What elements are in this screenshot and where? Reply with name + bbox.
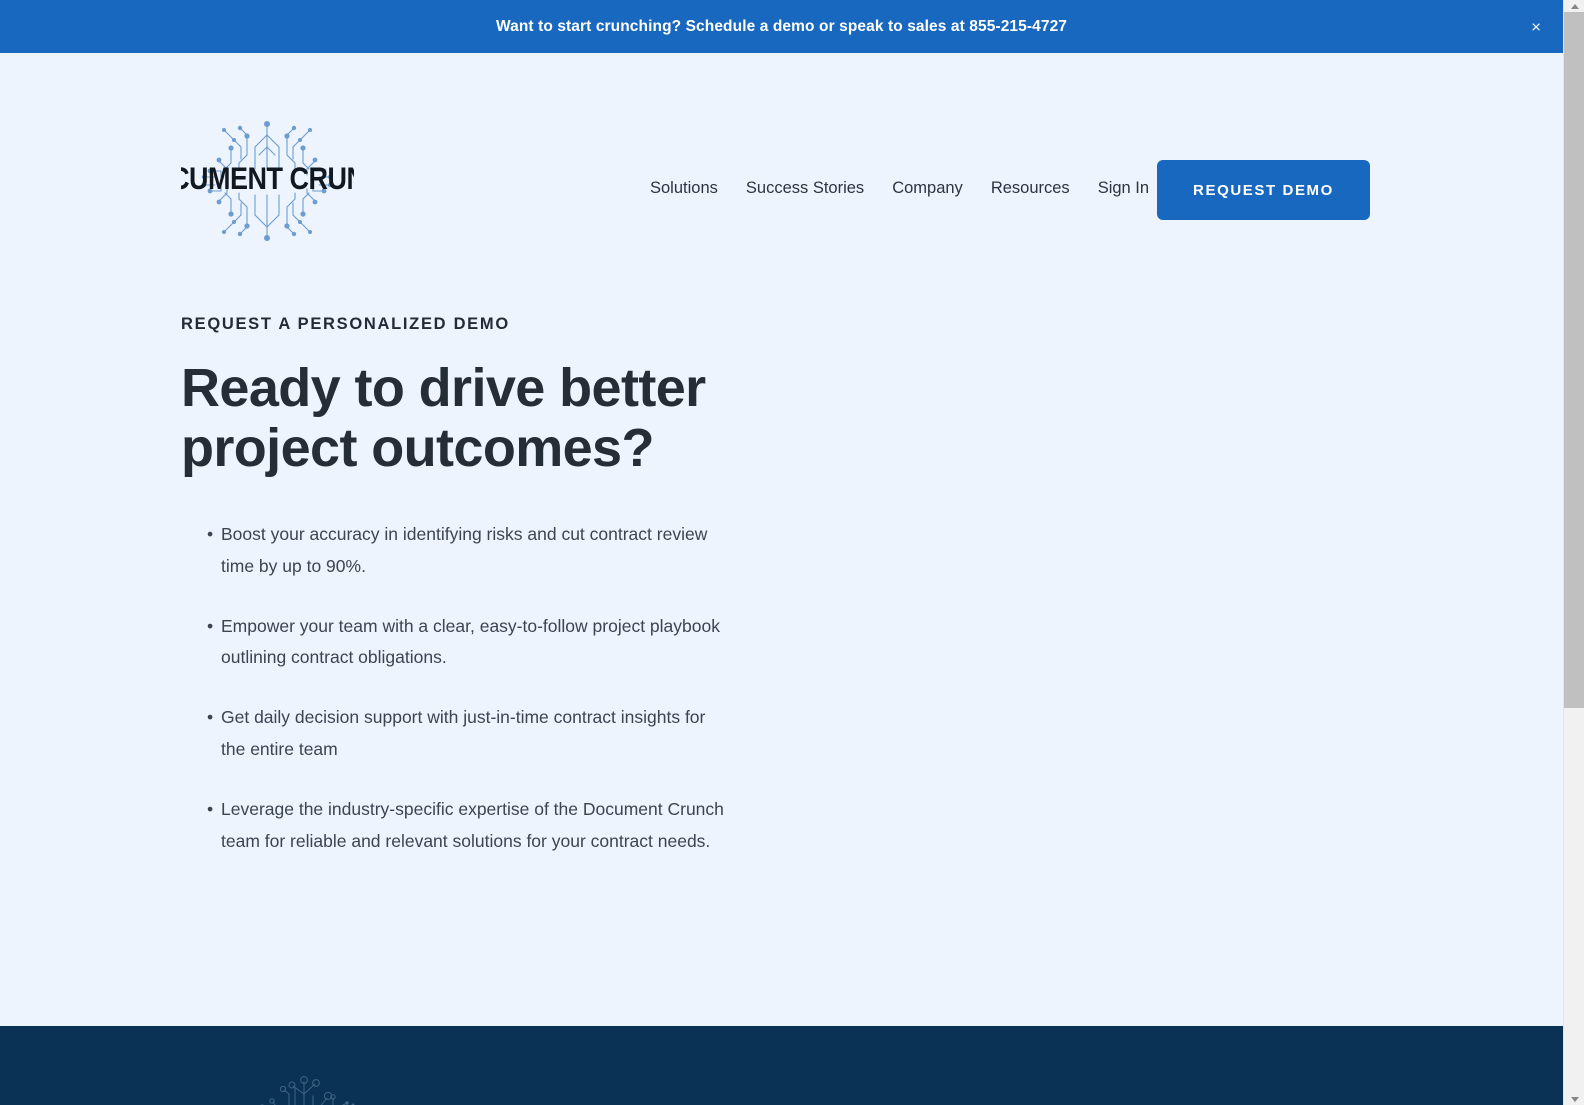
logo-wordmark: DOCUMENT CRUNCH (181, 161, 354, 197)
announcement-banner: Want to start crunching? Schedule a demo… (0, 0, 1563, 53)
request-demo-button[interactable]: REQUEST DEMO (1157, 160, 1370, 220)
page-title: Ready to drive better project outcomes? (181, 358, 706, 479)
scroll-down-button[interactable] (1564, 1093, 1584, 1105)
vertical-scrollbar[interactable] (1563, 0, 1584, 1105)
logo-document-crunch[interactable]: DOCUMENT CRUNCH (131, 107, 404, 253)
list-item-text: Leverage the industry-specific expertise… (221, 799, 724, 851)
list-item: • Leverage the industry-specific experti… (181, 794, 726, 858)
bullet-icon: • (207, 523, 214, 544)
nav-item-company[interactable]: Company (878, 179, 977, 198)
chevron-up-icon (1570, 3, 1579, 9)
scrollbar-thumb[interactable] (1564, 12, 1584, 708)
nav-item-success-stories[interactable]: Success Stories (732, 179, 878, 198)
page-viewport: Want to start crunching? Schedule a demo… (0, 0, 1563, 1105)
list-item: • Get daily decision support with just-i… (181, 702, 726, 766)
list-item-text: Empower your team with a clear, easy-to-… (221, 615, 720, 668)
list-item: • Boost your accuracy in identifying ris… (181, 519, 726, 583)
circuit-pattern-icon (260, 1076, 355, 1105)
nav-item-solutions[interactable]: Solutions (640, 179, 732, 198)
list-item-text: Get daily decision support with just-in-… (221, 707, 706, 760)
bullet-icon: • (207, 615, 214, 636)
scrollbar-track[interactable] (1564, 12, 1584, 1093)
benefits-list: • Boost your accuracy in identifying ris… (181, 519, 801, 858)
bullet-icon: • (207, 707, 214, 728)
list-item: • Empower your team with a clear, easy-t… (181, 611, 726, 675)
announcement-text: Want to start crunching? Schedule a demo… (495, 17, 1068, 35)
scroll-up-button[interactable] (1564, 0, 1584, 12)
nav-item-resources[interactable]: Resources (977, 179, 1084, 198)
list-item-text: Boost your accuracy in identifying risks… (221, 523, 708, 576)
close-icon[interactable]: × (1531, 18, 1541, 35)
chevron-down-icon (1570, 1096, 1579, 1102)
site-header: DOCUMENT CRUNCH Solutions Success Storie… (0, 53, 1563, 241)
eyebrow-label: REQUEST A PERSONALIZED DEMO (181, 315, 510, 333)
bullet-icon: • (207, 799, 214, 819)
main-navigation: Solutions Success Stories Company Resour… (640, 179, 1163, 198)
nav-item-sign-in[interactable]: Sign In (1084, 179, 1163, 198)
hero-section: REQUEST A PERSONALIZED DEMO Ready to dri… (181, 315, 801, 886)
site-footer (0, 1026, 1563, 1105)
